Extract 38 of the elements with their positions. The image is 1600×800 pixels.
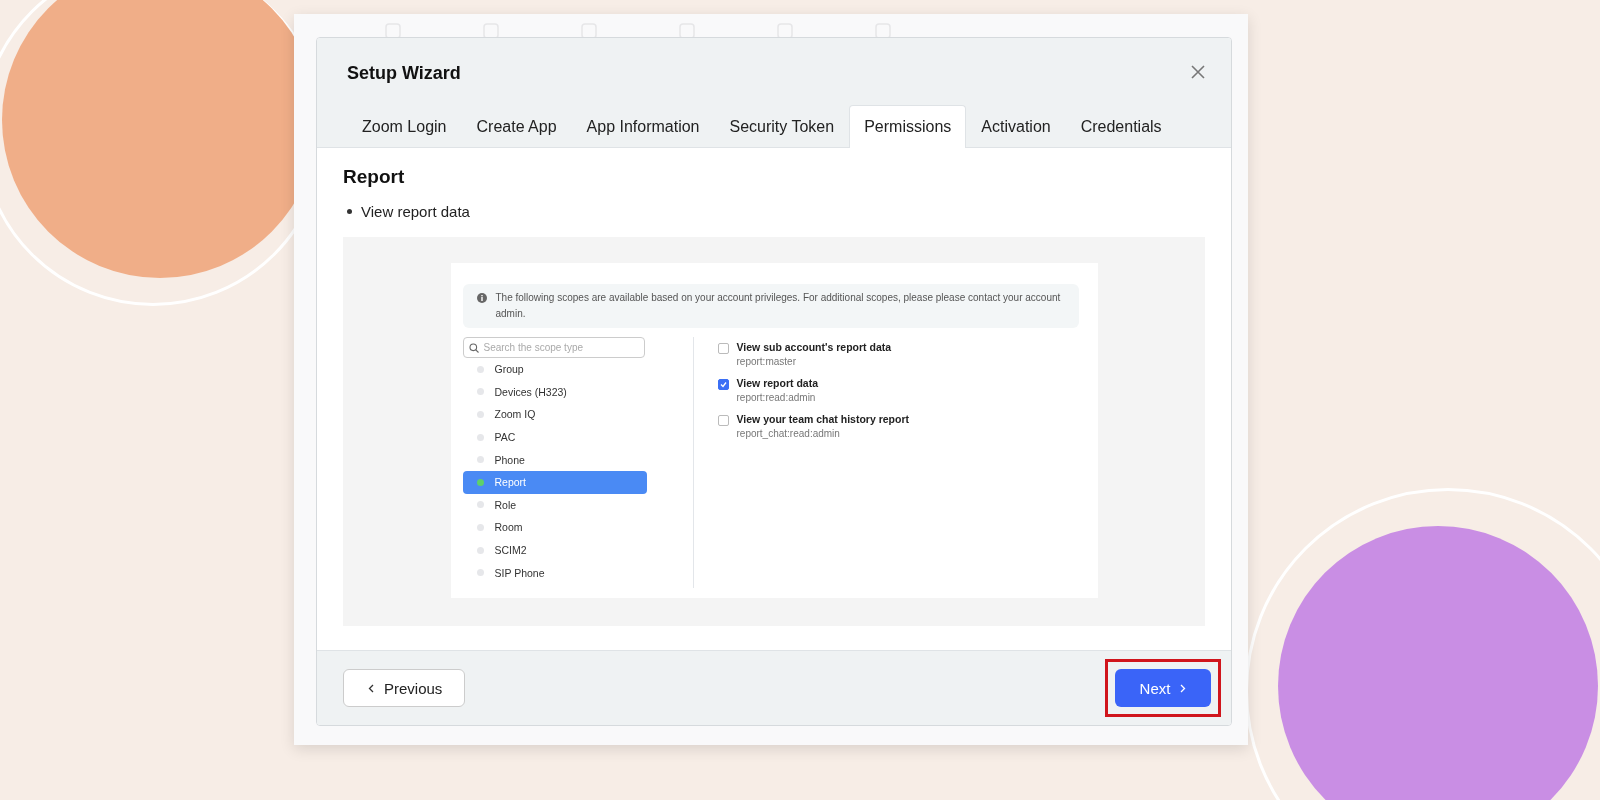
scope-title: View your team chat history report — [736, 413, 910, 425]
close-button[interactable] — [1189, 63, 1207, 81]
section-title: Report — [343, 166, 406, 188]
scope-code: report:read:admin — [736, 392, 817, 403]
info-icon — [476, 293, 487, 303]
wizard-tab[interactable]: Security Token — [714, 105, 850, 148]
chevron-right-icon — [1180, 683, 1187, 693]
scope-category[interactable]: SIP Phone — [462, 561, 647, 584]
scope-category[interactable]: Group — [462, 358, 647, 381]
bullet-icon — [347, 209, 352, 214]
scope-category[interactable]: Devices (H323) — [462, 380, 647, 404]
chevron-left-icon — [368, 683, 374, 693]
checkbox[interactable] — [717, 343, 729, 354]
close-icon — [1189, 63, 1207, 81]
scope-code: report_chat:read:admin — [736, 428, 841, 439]
bullet-text: View report data — [361, 202, 470, 221]
wizard-tab[interactable]: Zoom Login — [347, 105, 462, 148]
scope-category[interactable]: SCIM2 — [462, 538, 647, 562]
wizard-tab[interactable]: Create App — [461, 105, 572, 148]
scope-title: View report data — [736, 377, 818, 389]
scope-category[interactable]: Zoom IQ — [462, 403, 647, 426]
scope-code: report:master — [736, 356, 797, 367]
checkbox[interactable] — [717, 415, 729, 426]
checkbox[interactable] — [717, 379, 729, 390]
wizard-tab[interactable]: Permissions — [849, 105, 967, 148]
wizard-tab[interactable]: Credentials — [1065, 105, 1177, 148]
scope-category[interactable]: Role — [462, 493, 647, 517]
next-button[interactable]: Next — [1115, 669, 1211, 707]
dialog-title: Setup Wizard — [347, 61, 461, 84]
scope-category[interactable]: Room — [462, 516, 647, 539]
wizard-tab[interactable]: App Information — [571, 105, 715, 148]
previous-button[interactable]: Previous — [343, 669, 466, 707]
search-field[interactable]: Search the scope type — [462, 337, 645, 358]
wizard-tab[interactable]: Activation — [966, 105, 1066, 148]
notice-text: The following scopes are available based on your account privileges. For additional scopes, please please contact your account admin. — [495, 291, 1062, 321]
scope-category[interactable]: PAC — [462, 425, 647, 449]
scope-title: View sub account's report data — [736, 341, 892, 353]
scope-category[interactable]: Phone — [462, 448, 647, 471]
